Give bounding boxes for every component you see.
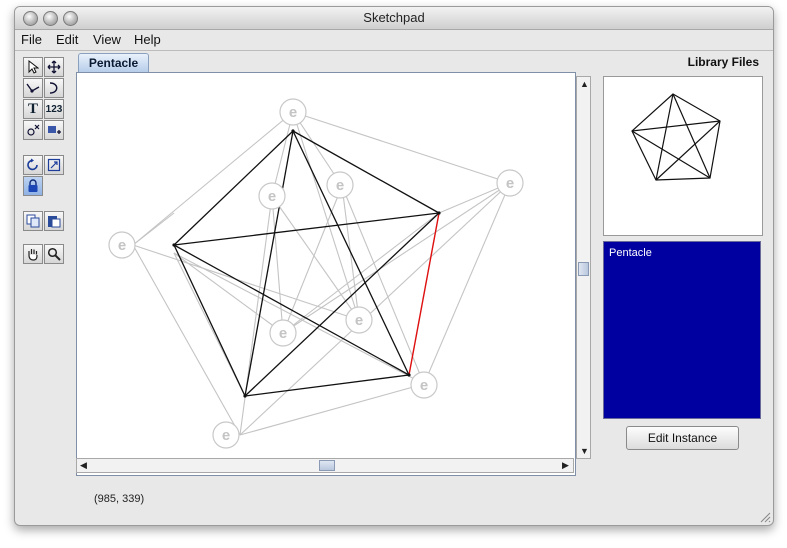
text-tool-icon[interactable]: T — [23, 99, 43, 119]
svg-text:e: e — [118, 237, 126, 254]
library-files-heading: Library Files — [687, 55, 759, 69]
drawing-surface[interactable]: e e e e e e e e e — [77, 73, 575, 458]
copy-icon[interactable] — [23, 211, 43, 231]
graph-node[interactable]: e — [269, 319, 297, 347]
drawing-canvas[interactable]: e e e e e e e e e — [76, 72, 576, 476]
scroll-left-arrow-icon[interactable]: ◀ — [80, 460, 87, 471]
rotate-icon[interactable] — [23, 155, 43, 175]
menu-view[interactable]: View — [93, 32, 121, 47]
svg-text:e: e — [268, 188, 276, 205]
edit-instance-button[interactable]: Edit Instance — [626, 426, 739, 450]
svg-text:e: e — [222, 427, 230, 444]
number-tool-icon[interactable]: 123 — [44, 99, 64, 119]
pentacle-preview-graphic — [631, 93, 721, 181]
polyline-icon[interactable] — [23, 78, 43, 98]
horizontal-scrollbar[interactable]: ◀ ▶ — [76, 458, 574, 473]
instance-tool-icon[interactable] — [44, 120, 64, 140]
library-preview — [603, 76, 763, 236]
menu-help[interactable]: Help — [134, 32, 161, 47]
menu-edit[interactable]: Edit — [56, 32, 78, 47]
scroll-up-arrow-icon[interactable]: ▲ — [580, 79, 589, 89]
horizontal-scroll-thumb[interactable] — [319, 460, 335, 471]
title-bar: Sketchpad — [15, 7, 773, 30]
hand-icon[interactable] — [23, 244, 43, 264]
svg-text:e: e — [336, 177, 344, 194]
scale-icon[interactable] — [44, 155, 64, 175]
move-cross-icon[interactable] — [44, 57, 64, 77]
scroll-down-arrow-icon[interactable]: ▼ — [580, 446, 589, 456]
paste-icon[interactable] — [44, 211, 64, 231]
vertical-scrollbar[interactable]: ▲ ▼ — [576, 76, 591, 459]
graph-node[interactable]: e — [410, 371, 438, 399]
cursor-coordinates: (985, 339) — [94, 493, 145, 505]
select-arrow-icon[interactable] — [23, 57, 43, 77]
resize-grip-icon[interactable] — [759, 511, 771, 523]
svg-text:e: e — [506, 175, 514, 192]
menu-file[interactable]: File — [21, 32, 42, 47]
menu-bar: File Edit View Help — [15, 30, 773, 51]
vertical-scroll-thumb[interactable] — [578, 262, 589, 276]
graph-node[interactable]: e — [108, 231, 136, 259]
graph-node[interactable]: e — [496, 169, 524, 197]
library-list[interactable]: Pentacle — [603, 241, 761, 419]
graph-node[interactable]: e — [279, 98, 307, 126]
svg-text:e: e — [279, 325, 287, 342]
graph-node[interactable]: e — [258, 182, 286, 210]
curve-icon[interactable] — [44, 78, 64, 98]
magnifier-icon[interactable] — [44, 244, 64, 264]
svg-text:e: e — [420, 377, 428, 394]
graph-node[interactable]: e — [326, 171, 354, 199]
window-title: Sketchpad — [363, 10, 425, 25]
graph-node[interactable]: e — [212, 421, 240, 449]
graph-node[interactable]: e — [345, 306, 373, 334]
library-item-pentacle[interactable]: Pentacle — [609, 247, 652, 259]
node-tool-icon[interactable] — [23, 120, 43, 140]
svg-text:e: e — [355, 312, 363, 329]
app-window: Sketchpad File Edit View Help T 123 Pent… — [14, 6, 774, 526]
tab-pentacle[interactable]: Pentacle — [78, 53, 149, 72]
svg-text:e: e — [289, 104, 297, 121]
lock-icon[interactable] — [23, 176, 43, 196]
scroll-right-arrow-icon[interactable]: ▶ — [562, 460, 569, 471]
